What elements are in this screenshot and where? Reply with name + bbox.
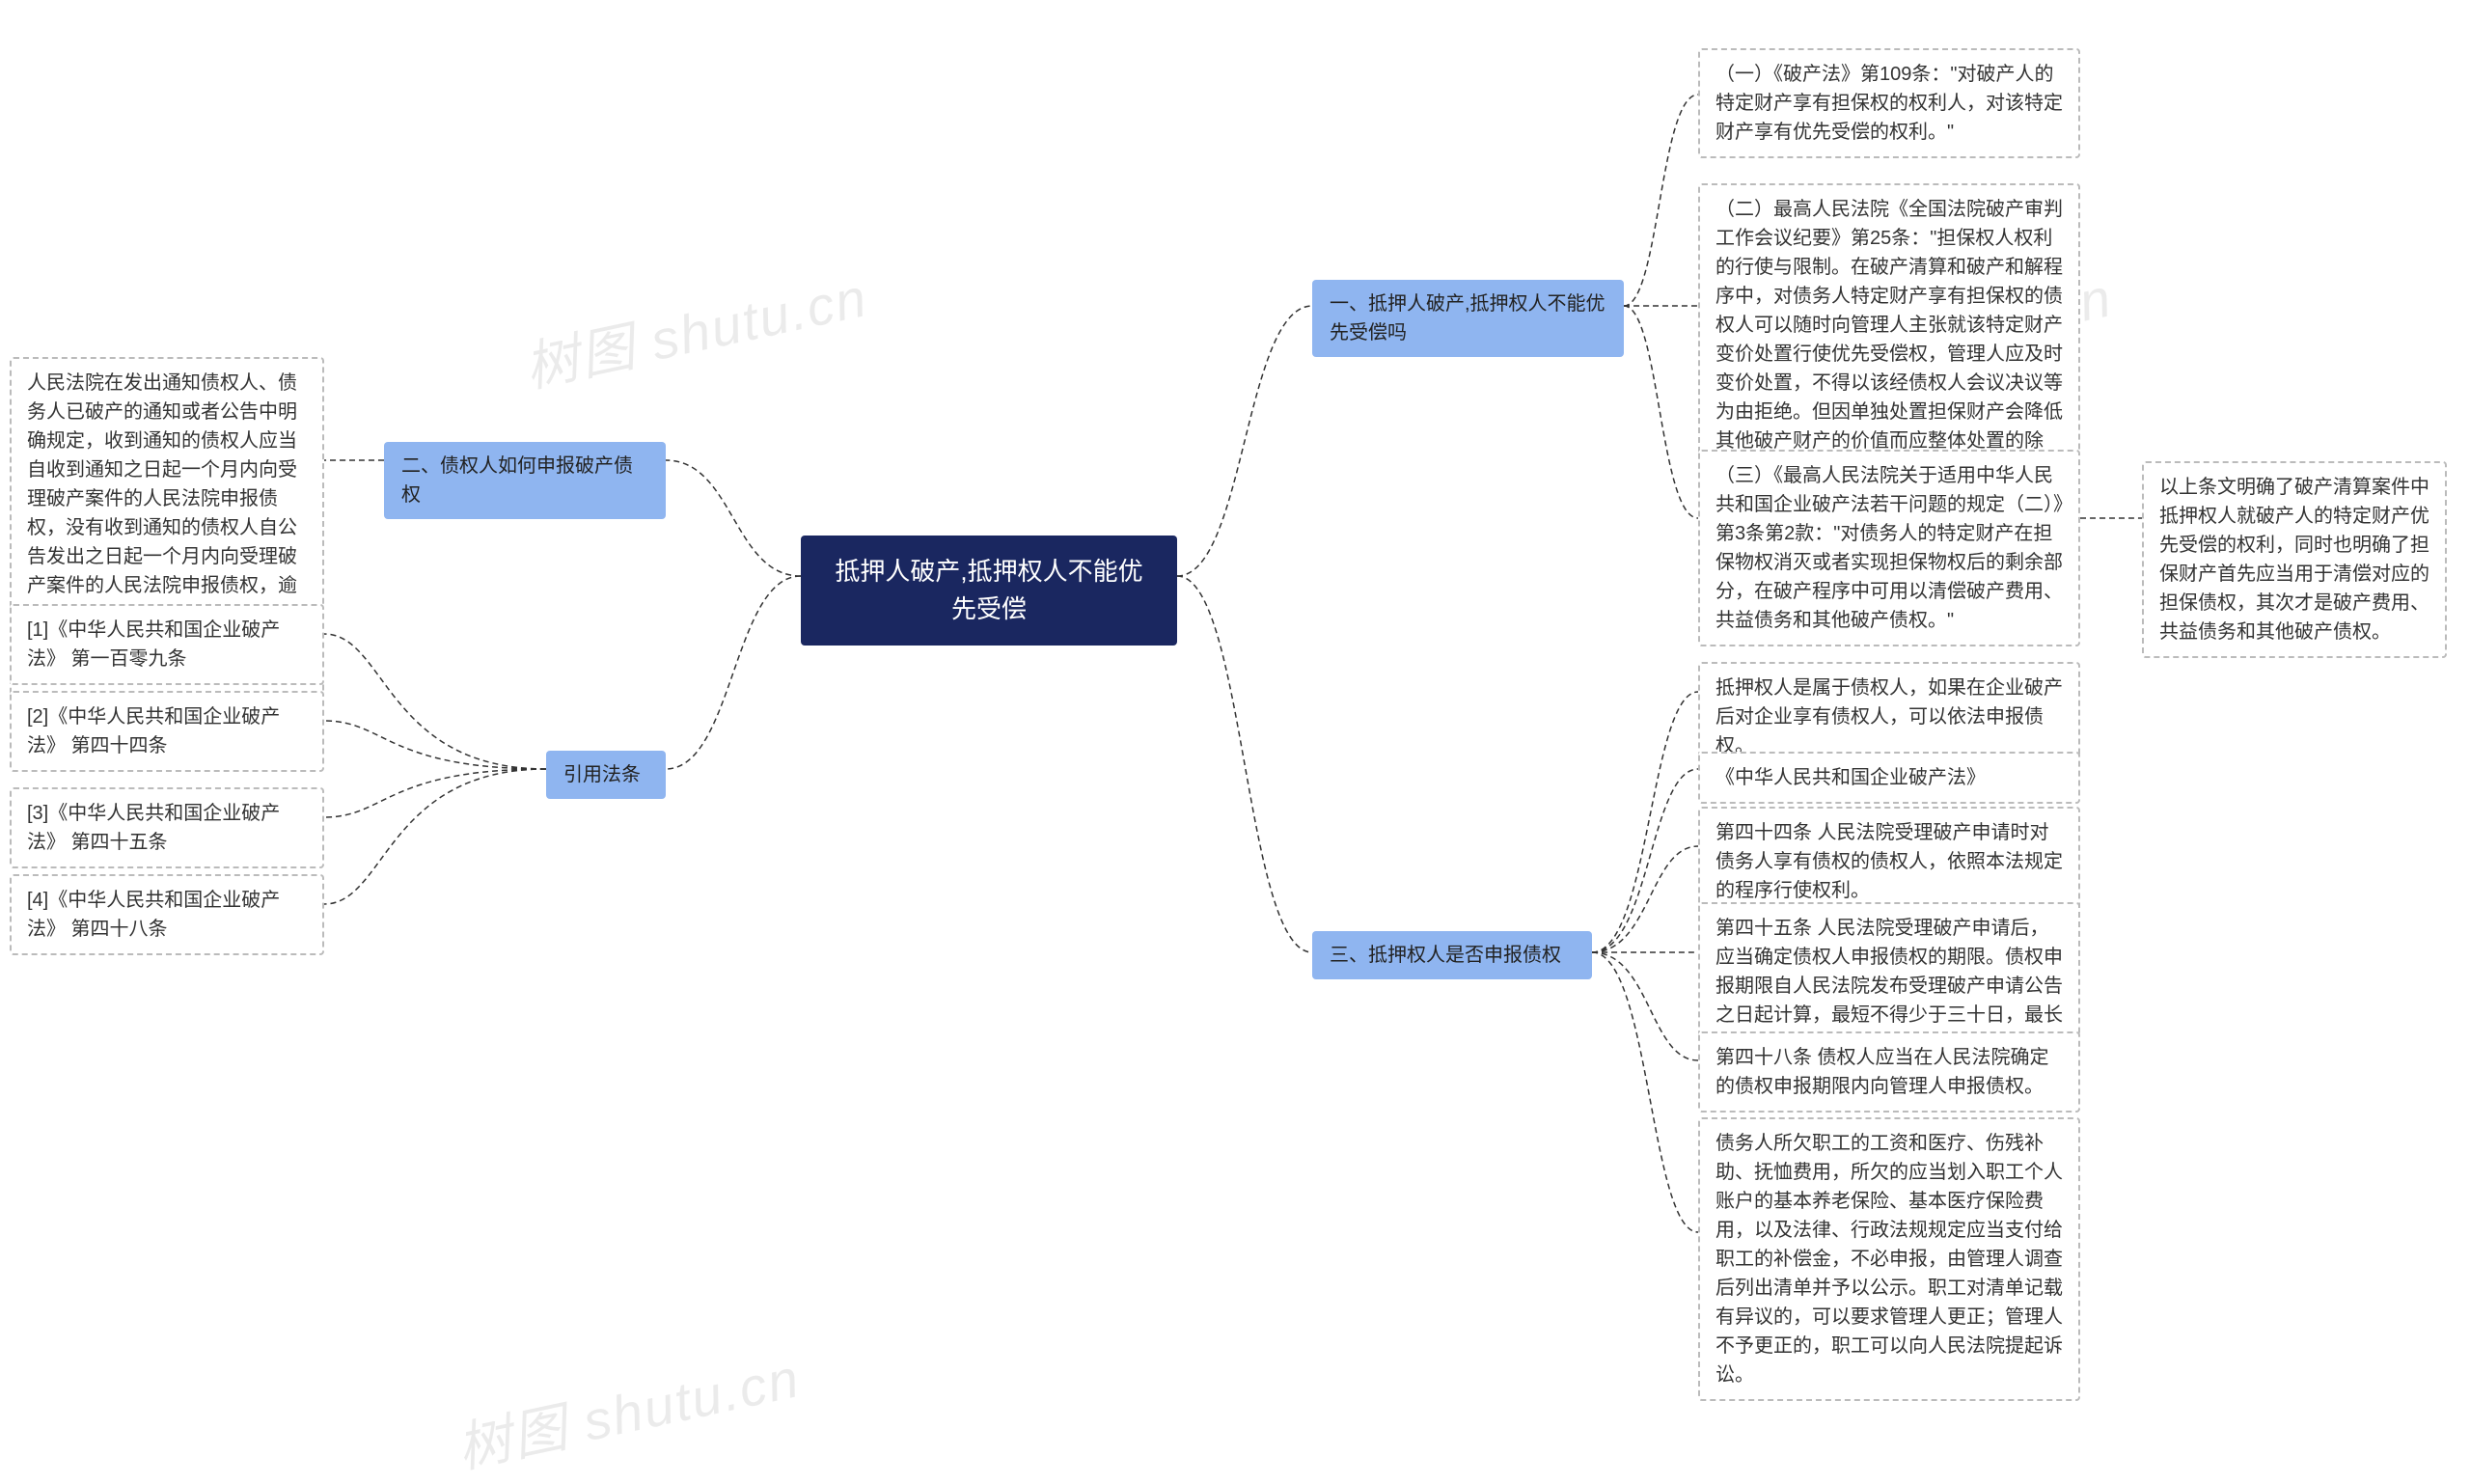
leaf-b1-2[interactable]: （三）《最高人民法院关于适用中华人民共和国企业破产法若干问题的规定（二）》第3条… <box>1698 450 2080 646</box>
branch-2[interactable]: 二、债权人如何申报破产债权 <box>384 442 666 519</box>
leaf-b1-0[interactable]: （一）《破产法》第109条："对破产人的特定财产享有担保权的权利人，对该特定财产… <box>1698 48 2080 158</box>
branch-3[interactable]: 三、抵押权人是否申报债权 <box>1312 931 1592 979</box>
leaf-b4-1[interactable]: [2]《中华人民共和国企业破产法》 第四十四条 <box>10 691 324 772</box>
watermark: 树图 shutu.cn <box>517 254 874 402</box>
leaf-b3-5[interactable]: 债务人所欠职工的工资和医疗、伤残补助、抚恤费用，所欠的应当划入职工个人账户的基本… <box>1698 1117 2080 1401</box>
leaf-b4-2[interactable]: [3]《中华人民共和国企业破产法》 第四十五条 <box>10 787 324 868</box>
leaf-b3-4[interactable]: 第四十八条 债权人应当在人民法院确定的债权申报期限内向管理人申报债权。 <box>1698 1031 2080 1113</box>
leaf-b4-3[interactable]: [4]《中华人民共和国企业破产法》 第四十八条 <box>10 874 324 955</box>
leaf-b1-2-sub[interactable]: 以上条文明确了破产清算案件中抵押权人就破产人的特定财产优先受偿的权利，同时也明确… <box>2142 461 2447 658</box>
branch-4[interactable]: 引用法条 <box>546 751 666 799</box>
leaf-b3-1[interactable]: 《中华人民共和国企业破产法》 <box>1698 752 2080 804</box>
connector-layer <box>0 0 2470 1455</box>
watermark: 树图 shutu.cn <box>450 1334 807 1483</box>
branch-1[interactable]: 一、抵押人破产,抵押权人不能优先受偿吗 <box>1312 280 1624 357</box>
root-node[interactable]: 抵押人破产,抵押权人不能优先受偿 <box>801 536 1177 646</box>
leaf-b3-2[interactable]: 第四十四条 人民法院受理破产申请时对债务人享有债权的债权人，依照本法规定的程序行… <box>1698 807 2080 917</box>
leaf-b4-0[interactable]: [1]《中华人民共和国企业破产法》 第一百零九条 <box>10 604 324 685</box>
